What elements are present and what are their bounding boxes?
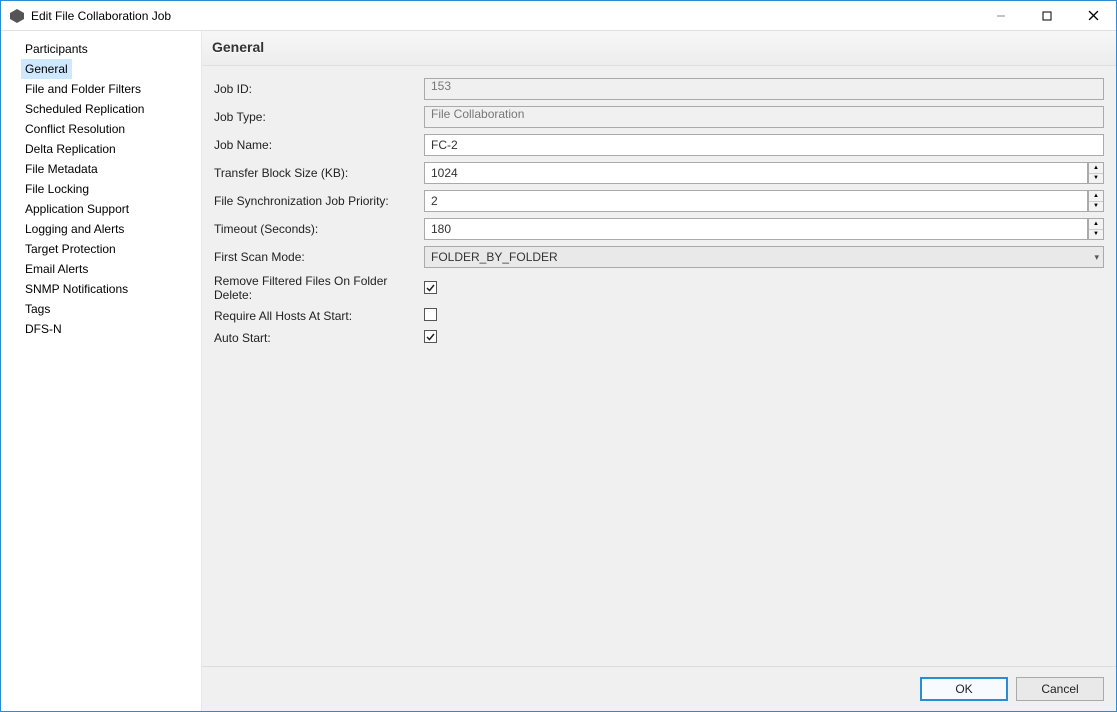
field-timeout[interactable] bbox=[424, 218, 1088, 240]
label-job-type: Job Type: bbox=[214, 110, 424, 124]
scan-mode-value: FOLDER_BY_FOLDER bbox=[431, 250, 558, 264]
sidebar-item-conflict-resolution[interactable]: Conflict Resolution bbox=[21, 119, 129, 139]
close-button[interactable] bbox=[1070, 1, 1116, 31]
priority-up[interactable]: ▲ bbox=[1089, 191, 1103, 202]
field-job-name[interactable] bbox=[424, 134, 1104, 156]
label-require-hosts: Require All Hosts At Start: bbox=[214, 309, 424, 323]
sidebar-item-scheduled-replication[interactable]: Scheduled Replication bbox=[21, 99, 148, 119]
sidebar-item-snmp-notifications[interactable]: SNMP Notifications bbox=[21, 279, 132, 299]
field-scan-mode[interactable]: FOLDER_BY_FOLDER ▾ bbox=[424, 246, 1104, 268]
sidebar-item-email-alerts[interactable]: Email Alerts bbox=[21, 259, 92, 279]
sidebar-item-general[interactable]: General bbox=[21, 59, 72, 79]
app-icon bbox=[9, 8, 25, 24]
sidebar-item-tags[interactable]: Tags bbox=[21, 299, 54, 319]
field-block-size[interactable] bbox=[424, 162, 1088, 184]
block-size-up[interactable]: ▲ bbox=[1089, 163, 1103, 174]
chevron-down-icon: ▾ bbox=[1094, 252, 1099, 263]
cancel-button[interactable]: Cancel bbox=[1016, 677, 1104, 701]
maximize-button[interactable] bbox=[1024, 1, 1070, 31]
label-scan-mode: First Scan Mode: bbox=[214, 250, 424, 264]
sidebar-item-delta-replication[interactable]: Delta Replication bbox=[21, 139, 120, 159]
checkbox-auto-start[interactable] bbox=[424, 330, 437, 343]
timeout-down[interactable]: ▼ bbox=[1089, 230, 1103, 240]
checkbox-require-hosts[interactable] bbox=[424, 308, 437, 321]
sidebar-item-file-metadata[interactable]: File Metadata bbox=[21, 159, 102, 179]
sidebar-item-logging-alerts[interactable]: Logging and Alerts bbox=[21, 219, 128, 239]
field-priority[interactable] bbox=[424, 190, 1088, 212]
sidebar: Participants General File and Folder Fil… bbox=[1, 31, 201, 711]
checkbox-remove-filtered[interactable] bbox=[424, 281, 437, 294]
label-auto-start: Auto Start: bbox=[214, 331, 424, 345]
sidebar-item-participants[interactable]: Participants bbox=[21, 39, 92, 59]
sidebar-item-file-locking[interactable]: File Locking bbox=[21, 179, 93, 199]
titlebar: Edit File Collaboration Job bbox=[1, 1, 1116, 31]
label-timeout: Timeout (Seconds): bbox=[214, 222, 424, 236]
label-block-size: Transfer Block Size (KB): bbox=[214, 166, 424, 180]
timeout-up[interactable]: ▲ bbox=[1089, 219, 1103, 230]
page-title: General bbox=[202, 31, 1116, 66]
label-priority: File Synchronization Job Priority: bbox=[214, 194, 424, 208]
sidebar-item-application-support[interactable]: Application Support bbox=[21, 199, 133, 219]
dialog-footer: OK Cancel bbox=[202, 666, 1116, 711]
minimize-button[interactable] bbox=[978, 1, 1024, 31]
ok-button[interactable]: OK bbox=[920, 677, 1008, 701]
block-size-down[interactable]: ▼ bbox=[1089, 174, 1103, 184]
form: Job ID: 153 Job Type: File Collaboration… bbox=[202, 66, 1116, 359]
label-remove-filtered: Remove Filtered Files On Folder Delete: bbox=[214, 274, 424, 302]
sidebar-item-dfs-n[interactable]: DFS-N bbox=[21, 319, 66, 339]
field-job-id: 153 bbox=[424, 78, 1104, 100]
priority-down[interactable]: ▼ bbox=[1089, 202, 1103, 212]
window-title: Edit File Collaboration Job bbox=[31, 9, 171, 23]
label-job-name: Job Name: bbox=[214, 138, 424, 152]
field-job-type: File Collaboration bbox=[424, 106, 1104, 128]
label-job-id: Job ID: bbox=[214, 82, 424, 96]
sidebar-item-file-folder-filters[interactable]: File and Folder Filters bbox=[21, 79, 145, 99]
sidebar-item-target-protection[interactable]: Target Protection bbox=[21, 239, 120, 259]
